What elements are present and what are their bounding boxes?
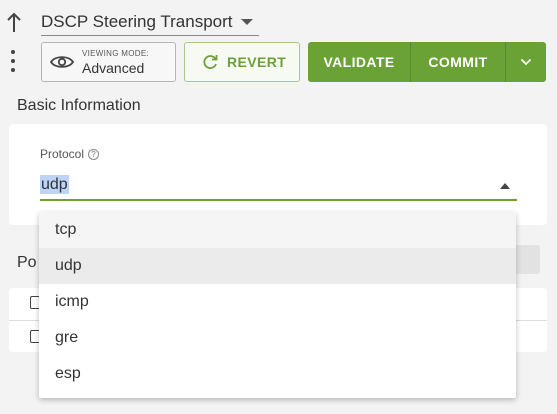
- validate-label: VALIDATE: [323, 54, 395, 70]
- more-options-icon[interactable]: [9, 50, 17, 72]
- protocol-options-menu: tcp udp icmp gre esp: [39, 212, 516, 398]
- protocol-select-value: udp: [40, 175, 69, 194]
- validate-button[interactable]: VALIDATE: [308, 42, 411, 82]
- ports-section-title: Po: [17, 254, 37, 271]
- viewing-mode-caption: VIEWING MODE:: [82, 48, 150, 58]
- protocol-field-label: Protocol ?: [40, 147, 100, 161]
- commit-label: COMMIT: [428, 54, 488, 70]
- protocol-select[interactable]: udp: [40, 170, 517, 201]
- chevron-down-icon: [520, 58, 532, 66]
- menu-item-udp[interactable]: udp: [39, 248, 516, 284]
- page-title: DSCP Steering Transport: [41, 11, 233, 31]
- revert-button[interactable]: REVERT: [184, 42, 300, 82]
- menu-item-tcp[interactable]: tcp: [39, 212, 516, 248]
- section-title: Basic Information: [17, 97, 141, 114]
- refresh-icon: [203, 55, 218, 69]
- commit-button[interactable]: COMMIT: [411, 42, 506, 82]
- back-up-arrow-icon[interactable]: [4, 10, 24, 34]
- transport-selector[interactable]: DSCP Steering Transport: [41, 8, 259, 36]
- action-button-group: VALIDATE COMMIT: [308, 42, 546, 82]
- help-icon[interactable]: ?: [88, 148, 100, 160]
- revert-label: REVERT: [227, 54, 287, 70]
- commit-options-button[interactable]: [506, 42, 546, 82]
- chevron-down-icon: [240, 18, 253, 25]
- viewing-mode-button[interactable]: VIEWING MODE: Advanced: [41, 42, 176, 82]
- protocol-label-text: Protocol: [40, 147, 85, 161]
- eye-icon: [50, 56, 74, 68]
- menu-item-gre[interactable]: gre: [39, 320, 516, 356]
- menu-item-icmp[interactable]: icmp: [39, 284, 516, 320]
- caret-up-icon: [500, 183, 510, 189]
- viewing-mode-value: Advanced: [82, 59, 145, 76]
- menu-item-esp[interactable]: esp: [39, 356, 516, 392]
